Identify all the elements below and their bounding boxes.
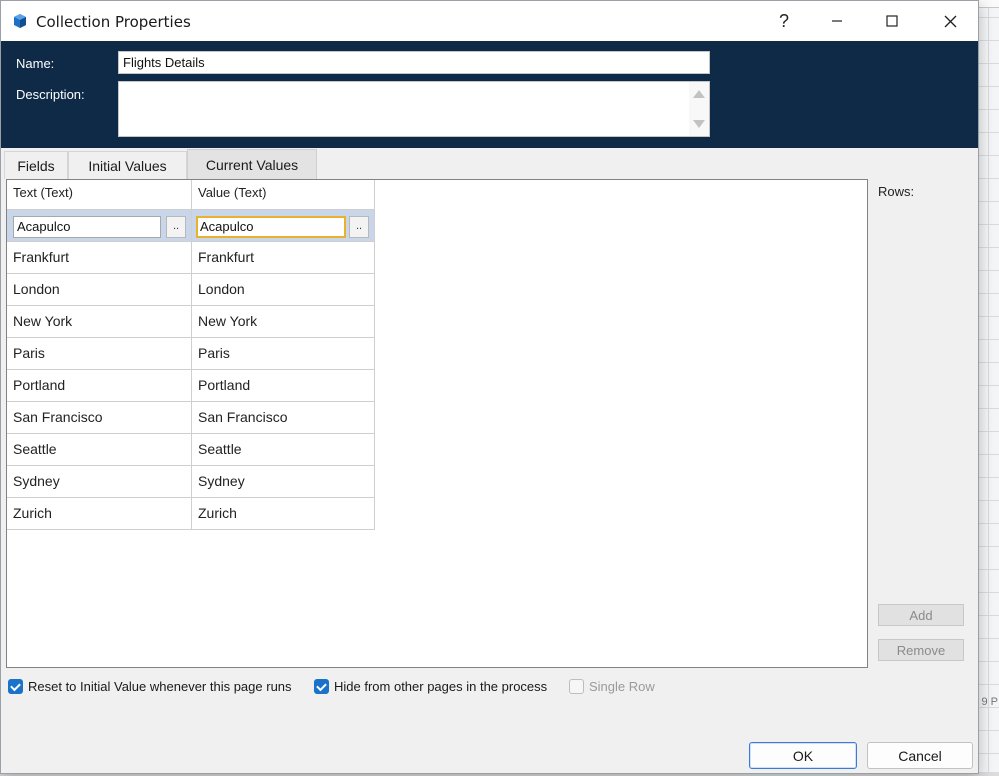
table-row[interactable]: New York New York [7, 306, 375, 338]
table-row-selected[interactable]: Acapulco .. Acapulco .. [7, 210, 375, 242]
single-row-label: Single Row [589, 679, 655, 694]
cell-text[interactable]: Zurich [7, 498, 192, 530]
ok-button[interactable]: OK [749, 742, 857, 769]
help-button[interactable]: ? [756, 1, 812, 41]
close-icon [944, 15, 956, 27]
description-label: Description: [16, 87, 85, 102]
table-row[interactable]: Paris Paris [7, 338, 375, 370]
checkbox-checked-icon[interactable] [314, 679, 329, 694]
cell-value[interactable]: Seattle [192, 434, 375, 466]
description-field[interactable] [118, 81, 710, 137]
cell-text[interactable]: San Francisco [7, 402, 192, 434]
cell-text[interactable]: Paris [7, 338, 192, 370]
tab-initial-values[interactable]: Initial Values [68, 151, 187, 179]
column-header-value[interactable]: Value (Text) [192, 180, 375, 210]
checkbox-unchecked-icon[interactable] [569, 679, 584, 694]
hide-from-other-pages-checkbox[interactable]: Hide from other pages in the process [314, 679, 547, 694]
cell-text[interactable]: Sydney [7, 466, 192, 498]
table-row[interactable]: Seattle Seattle [7, 434, 375, 466]
cell-value[interactable]: Frankfurt [192, 242, 375, 274]
cell-text[interactable]: London [7, 274, 192, 306]
scroll-up-icon[interactable] [693, 90, 705, 98]
table-row[interactable]: Portland Portland [7, 370, 375, 402]
maximize-icon [886, 15, 898, 27]
reset-initial-value-label: Reset to Initial Value whenever this pag… [28, 679, 292, 694]
add-row-button[interactable]: Add [878, 604, 964, 626]
cell-text[interactable]: Portland [7, 370, 192, 402]
cell-text[interactable]: Frankfurt [7, 242, 192, 274]
values-grid[interactable]: Text (Text) Value (Text) Acapulco .. Aca… [6, 179, 868, 668]
minimize-icon [832, 20, 842, 22]
cell-value[interactable]: San Francisco [192, 402, 375, 434]
table-row[interactable]: San Francisco San Francisco [7, 402, 375, 434]
value-cell-editor[interactable]: Acapulco [196, 216, 346, 238]
text-ellipsis-button[interactable]: .. [166, 216, 186, 238]
text-cell-editor[interactable]: Acapulco [13, 216, 161, 238]
cell-text[interactable]: Seattle [7, 434, 192, 466]
cell-value[interactable]: Portland [192, 370, 375, 402]
table-row[interactable]: Frankfurt Frankfurt [7, 242, 375, 274]
tab-fields[interactable]: Fields [4, 151, 68, 179]
reset-initial-value-checkbox[interactable]: Reset to Initial Value whenever this pag… [8, 679, 292, 694]
single-row-checkbox[interactable]: Single Row [569, 679, 655, 694]
minimize-button[interactable] [809, 1, 865, 41]
blue-prism-logo-icon [14, 14, 26, 28]
cancel-button[interactable]: Cancel [867, 742, 973, 769]
description-scrollbar[interactable] [689, 82, 709, 136]
value-ellipsis-button[interactable]: .. [349, 216, 369, 238]
scroll-down-icon[interactable] [693, 120, 705, 128]
table-row[interactable]: Zurich Zurich [7, 498, 375, 530]
checkbox-checked-icon[interactable] [8, 679, 23, 694]
table-row[interactable]: Sydney Sydney [7, 466, 375, 498]
cell-value[interactable]: London [192, 274, 375, 306]
cell-value[interactable]: Acapulco .. [192, 210, 375, 242]
cell-text[interactable]: Acapulco .. [7, 210, 192, 242]
collection-properties-dialog: Collection Properties ? Name: Descriptio… [0, 0, 979, 774]
tab-current-values[interactable]: Current Values [187, 149, 317, 180]
maximize-button[interactable] [864, 1, 920, 41]
title-bar[interactable]: Collection Properties ? [1, 1, 978, 41]
rows-label: Rows: [878, 184, 915, 199]
cell-text[interactable]: New York [7, 306, 192, 338]
cell-value[interactable]: Zurich [192, 498, 375, 530]
close-button[interactable] [922, 1, 978, 41]
remove-row-button[interactable]: Remove [878, 639, 964, 661]
column-header-text[interactable]: Text (Text) [7, 180, 192, 210]
cell-value[interactable]: New York [192, 306, 375, 338]
hide-from-other-pages-label: Hide from other pages in the process [334, 679, 548, 694]
table-row[interactable]: London London [7, 274, 375, 306]
window-title: Collection Properties [36, 13, 191, 31]
cell-value[interactable]: Sydney [192, 466, 375, 498]
name-field[interactable] [118, 51, 710, 74]
cell-value[interactable]: Paris [192, 338, 375, 370]
background-app-text: 9 P [981, 696, 998, 708]
name-label: Name: [16, 56, 55, 71]
